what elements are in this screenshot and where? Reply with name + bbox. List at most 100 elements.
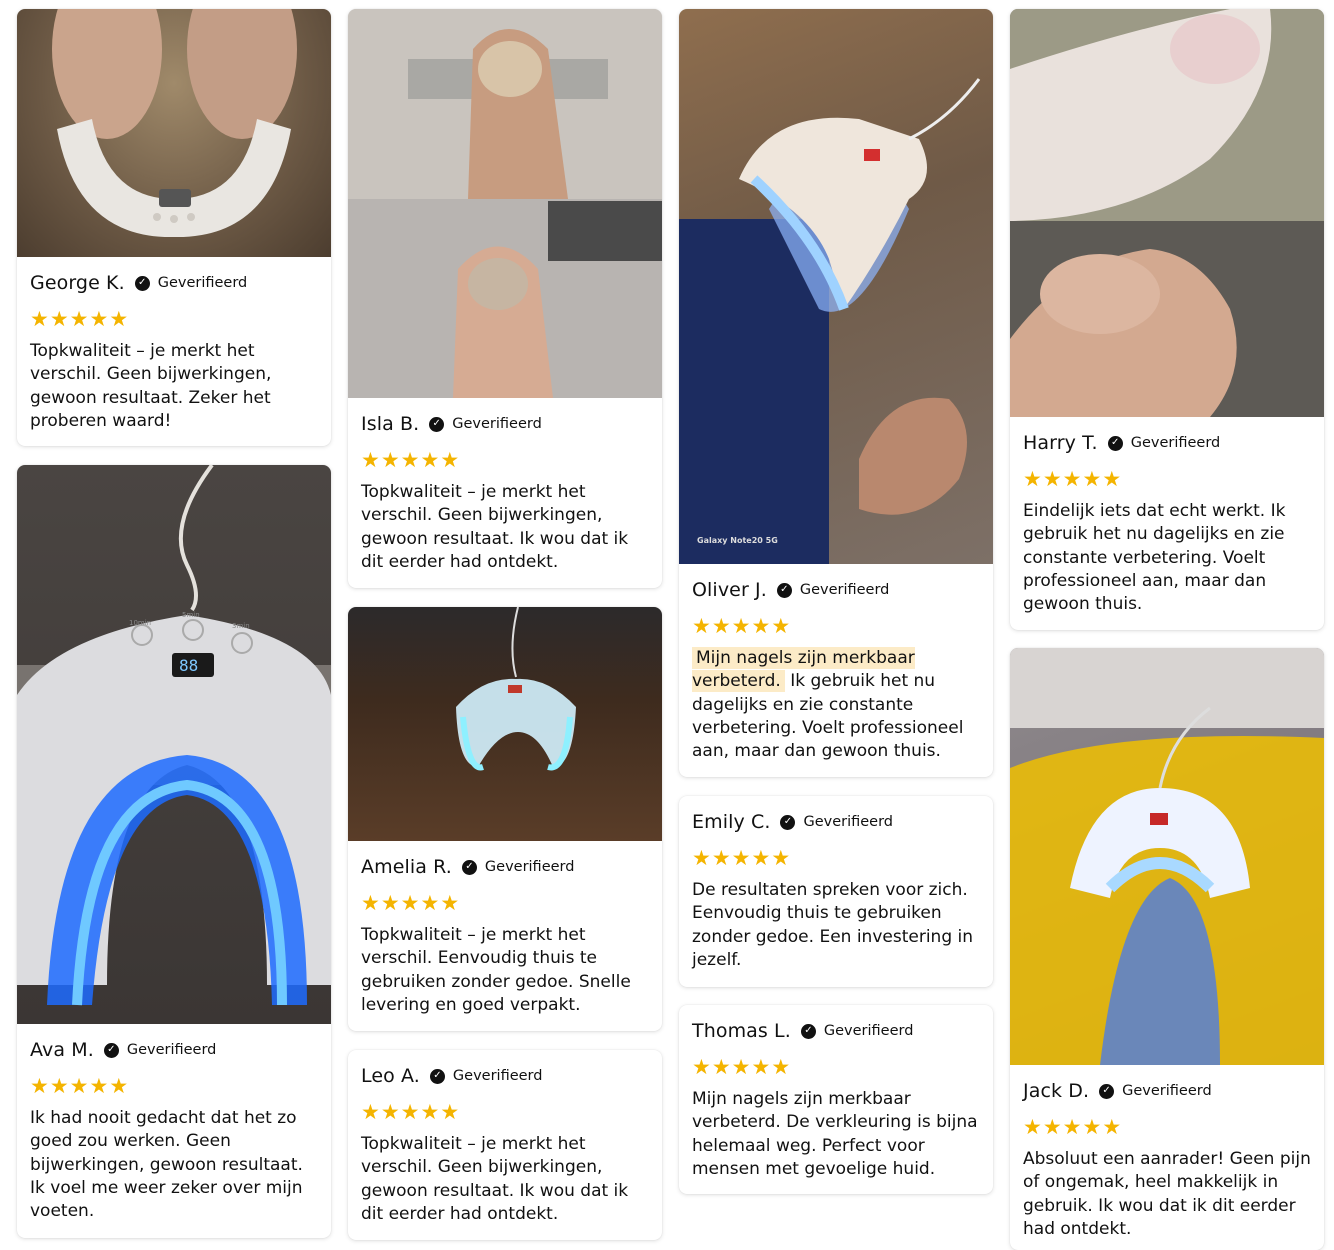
star-icon: ★ [361, 891, 380, 915]
star-icon: ★ [69, 1074, 89, 1098]
star-icon: ★ [361, 448, 380, 472]
star-icon: ★ [49, 1074, 69, 1098]
device-on-feet-image [52, 9, 297, 238]
star-icon: ★ [30, 307, 49, 331]
star-icon: ★ [420, 1100, 440, 1124]
rating-stars: ★ ★ ★ ★ ★ [1023, 468, 1311, 490]
hand-under-device-image [1010, 648, 1324, 1065]
star-icon: ★ [89, 307, 109, 331]
review-photo[interactable] [348, 9, 662, 398]
review-text: Topkwaliteit – je merkt het verschil. Ge… [361, 1134, 629, 1224]
star-icon: ★ [1042, 1115, 1062, 1139]
star-icon: ★ [109, 307, 129, 331]
star-icon: ★ [361, 1100, 380, 1124]
review-card-george: George K. ✓ Geverifieerd ★ ★ ★ ★ ★ Topkwalit… [17, 9, 331, 446]
device-display: 88 [179, 656, 199, 675]
rating-stars: ★ ★ ★ ★ ★ [30, 308, 318, 330]
review-text: Topkwaliteit – je merkt het verschil. Ge… [361, 482, 629, 572]
star-icon: ★ [69, 307, 89, 331]
star-icon: ★ [731, 614, 751, 638]
reviewer-name: Oliver J. [692, 579, 767, 601]
glowing-device-image [17, 465, 331, 1006]
verified-label: Geverifieerd [1130, 435, 1221, 451]
review-photo[interactable]: 10min 5min 3min 88 [17, 465, 331, 1024]
rating-stars: ★ ★ ★ ★ ★ [692, 615, 980, 637]
rating-stars: ★ ★ ★ ★ ★ [30, 1075, 318, 1097]
star-icon: ★ [711, 1055, 731, 1079]
review-photo[interactable] [1010, 648, 1324, 1065]
review-card-leo: Leo A. ✓ Geverifieerd ★ ★ ★ ★ ★ Topkwaliteit… [348, 1050, 662, 1240]
verified-check-icon: ✓ [429, 416, 445, 432]
star-icon: ★ [440, 1100, 460, 1124]
review-card-thomas: Thomas L. ✓ Geverifieerd ★ ★ ★ ★ ★ Mijn nage… [679, 1005, 993, 1194]
star-icon: ★ [420, 448, 440, 472]
star-icon: ★ [440, 448, 460, 472]
verified-check-icon: ✓ [1099, 1083, 1115, 1099]
verified-label: Geverifieerd [452, 416, 542, 432]
rating-stars: ★ ★ ★ ★ ★ [361, 1101, 649, 1123]
review-card-emily: Emily C. ✓ Geverifieerd ★ ★ ★ ★ ★ De resulta… [679, 796, 993, 987]
rating-stars: ★ ★ ★ ★ ★ [692, 1056, 980, 1078]
review-text: Eindelijk iets dat echt werkt. Ik gebrui… [1023, 501, 1286, 615]
verified-check-icon: ✓ [780, 814, 796, 830]
star-icon: ★ [692, 614, 711, 638]
star-icon: ★ [1082, 1115, 1102, 1139]
star-icon: ★ [380, 448, 400, 472]
verified-check-icon: ✓ [103, 1042, 119, 1058]
verified-check-icon: ✓ [429, 1068, 445, 1084]
review-text: Ik had nooit gedacht dat het zo goed zou… [30, 1108, 303, 1222]
verified-label: Geverifieerd [484, 859, 575, 875]
device-timer-label: 10min [129, 619, 152, 627]
thumb-nail-before-after-image [348, 9, 662, 398]
verified-label: Geverifieerd [803, 814, 894, 830]
glowing-device-on-floor-image [456, 607, 576, 771]
review-card-oliver: Galaxy Note20 5G Oliver J. ✓ Geverifieer… [679, 9, 993, 777]
review-card-ava: 10min 5min 3min 88 Ava M. ✓ Geverifieerd… [17, 465, 331, 1238]
verified-check-icon: ✓ [800, 1023, 816, 1039]
review-card-amelia: Amelia R. ✓ Geverifieerd ★ ★ ★ ★ ★ Topkwalit… [348, 607, 662, 1031]
review-card-jack: Jack D. ✓ Geverifieerd ★ ★ ★ ★ ★ Absoluut ee… [1010, 648, 1324, 1250]
star-icon: ★ [1042, 467, 1062, 491]
star-icon: ★ [89, 1074, 109, 1098]
star-icon: ★ [731, 846, 751, 870]
reviewer-name: Thomas L. [692, 1020, 791, 1042]
rating-stars: ★ ★ ★ ★ ★ [361, 892, 649, 914]
foot-under-device-image [679, 78, 981, 564]
reviewer-name: Amelia R. [361, 856, 452, 878]
verified-check-icon: ✓ [134, 275, 150, 291]
verified-label: Geverifieerd [823, 1023, 914, 1039]
photo-watermark: Galaxy Note20 5G [697, 536, 778, 545]
star-icon: ★ [711, 614, 731, 638]
review-text: Topkwaliteit – je merkt het verschil. Ee… [361, 925, 631, 1015]
star-icon: ★ [30, 1074, 49, 1098]
star-icon: ★ [1062, 467, 1082, 491]
device-timer-label: 3min [232, 622, 250, 630]
star-icon: ★ [731, 1055, 751, 1079]
star-icon: ★ [420, 891, 440, 915]
review-photo[interactable] [348, 607, 662, 841]
review-photo[interactable] [17, 9, 331, 257]
star-icon: ★ [1102, 1115, 1122, 1139]
star-icon: ★ [1082, 467, 1102, 491]
review-photo[interactable] [1010, 9, 1324, 417]
thumb-nail-close-up-image [1010, 9, 1324, 417]
star-icon: ★ [380, 1100, 400, 1124]
review-text: Topkwaliteit – je merkt het verschil. Ge… [30, 341, 272, 431]
review-card-isla: Isla B. ✓ Geverifieerd ★ ★ ★ ★ ★ Topkwalitei… [348, 9, 662, 588]
star-icon: ★ [771, 614, 791, 638]
star-icon: ★ [440, 891, 460, 915]
star-icon: ★ [771, 1055, 791, 1079]
verified-label: Geverifieerd [126, 1042, 217, 1058]
review-photo[interactable]: Galaxy Note20 5G [679, 9, 993, 564]
star-icon: ★ [400, 891, 420, 915]
star-icon: ★ [692, 846, 711, 870]
reviewer-name: Jack D. [1023, 1080, 1090, 1102]
reviewer-name: Isla B. [361, 413, 420, 435]
verified-label: Geverifieerd [799, 582, 890, 598]
review-card-harry: Harry T. ✓ Geverifieerd ★ ★ ★ ★ ★ Eindelijk … [1010, 9, 1324, 630]
verified-check-icon: ✓ [461, 859, 477, 875]
star-icon: ★ [771, 846, 791, 870]
star-icon: ★ [1062, 1115, 1082, 1139]
star-icon: ★ [1102, 467, 1122, 491]
star-icon: ★ [751, 846, 771, 870]
